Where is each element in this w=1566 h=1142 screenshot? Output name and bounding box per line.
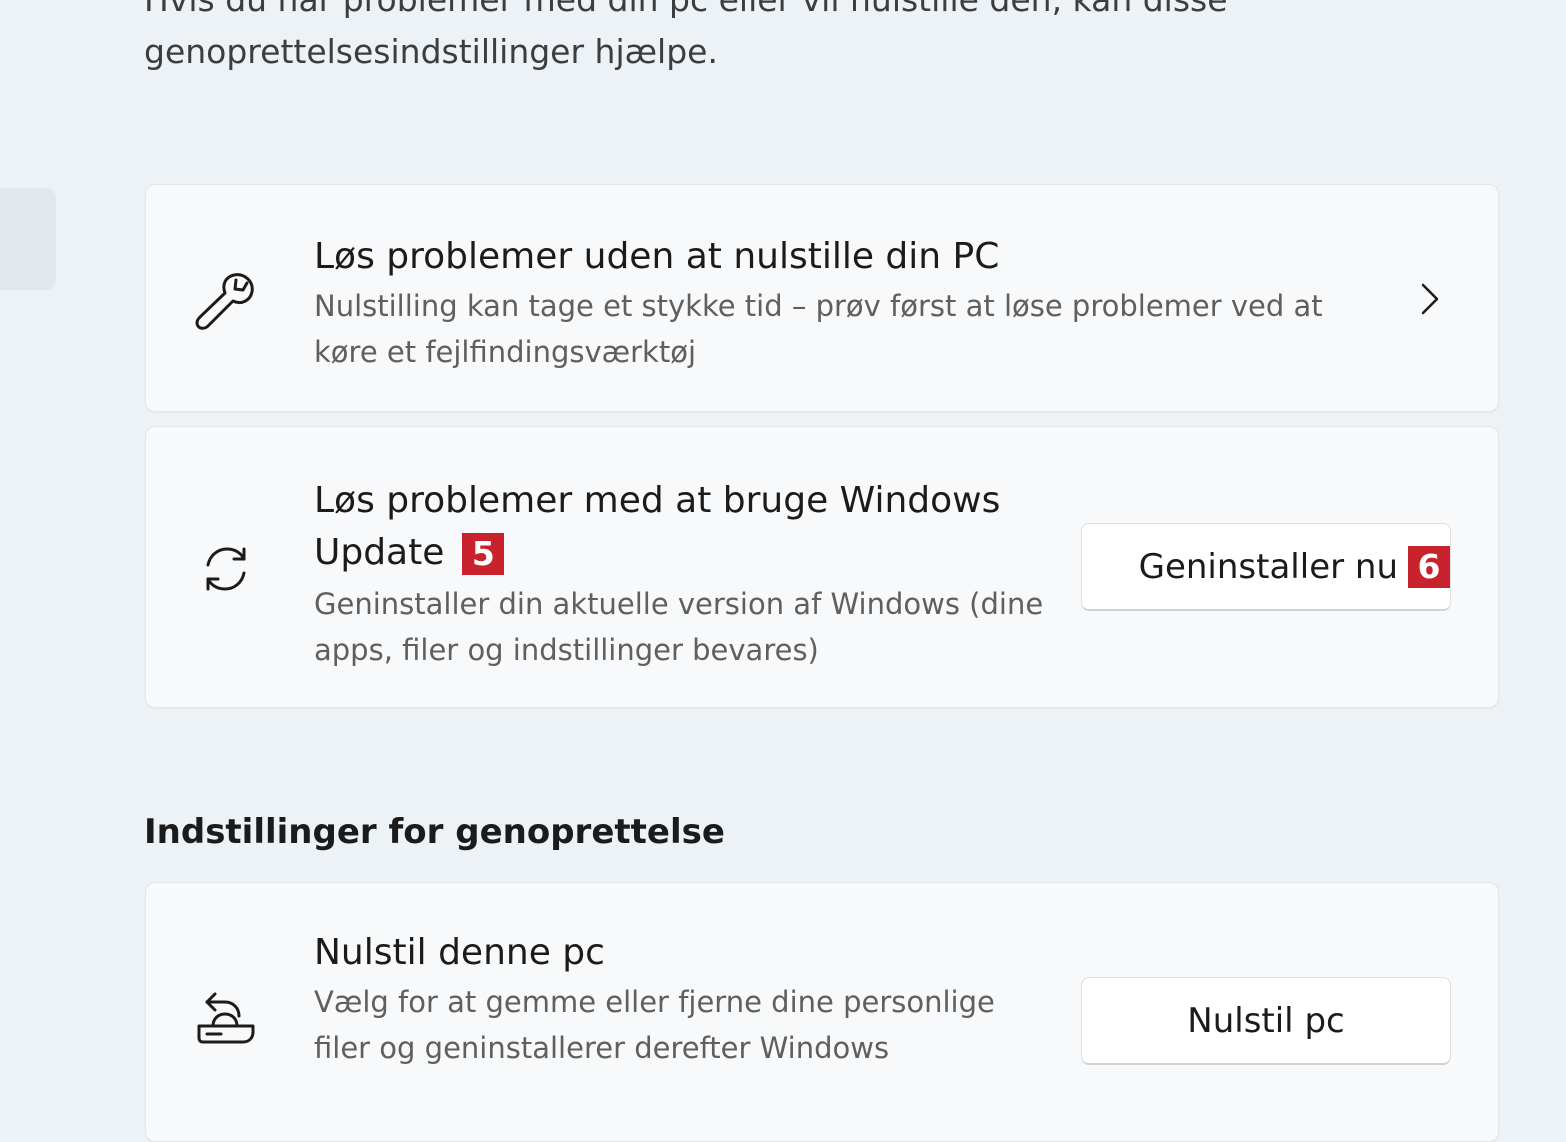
reinstall-now-label: Geninstaller nu [1138,546,1398,587]
windows-update-title-text: Løs problemer med at bruge Windows Updat… [314,480,1001,573]
sidebar-selected-item[interactable] [0,188,56,290]
intro-text: Hvis du har problemer med din pc eller v… [144,0,1228,71]
troubleshoot-title: Løs problemer uden at nulstille din PC [314,236,1000,277]
reinstall-now-button[interactable]: Geninstaller nu 6 [1081,523,1451,611]
sync-icon [192,535,260,603]
chevron-right-icon[interactable] [1414,281,1446,317]
windows-update-title: Løs problemer med at bruge Windows Updat… [314,475,1054,579]
reset-pc-card: Nulstil denne pc Vælg for at gemme eller… [145,882,1499,1142]
recovery-options-heading: Indstillinger for genoprettelse [144,812,725,852]
reset-pc-title: Nulstil denne pc [314,932,605,973]
reset-pc-description: Vælg for at gemme eller fjerne dine pers… [314,985,995,1065]
wrench-icon [192,267,260,335]
troubleshoot-description: Nulstilling kan tage et stykke tid – prø… [314,289,1323,369]
step-badge-6: 6 [1408,545,1450,588]
windows-update-description: Geninstaller din aktuelle version af Win… [314,587,1044,667]
reset-pc-icon [192,985,260,1053]
windows-update-card: Løs problemer med at bruge Windows Updat… [145,426,1499,708]
step-badge-5: 5 [462,533,505,575]
reset-pc-button[interactable]: Nulstil pc [1081,977,1451,1065]
troubleshoot-card[interactable]: Løs problemer uden at nulstille din PC N… [145,184,1499,412]
